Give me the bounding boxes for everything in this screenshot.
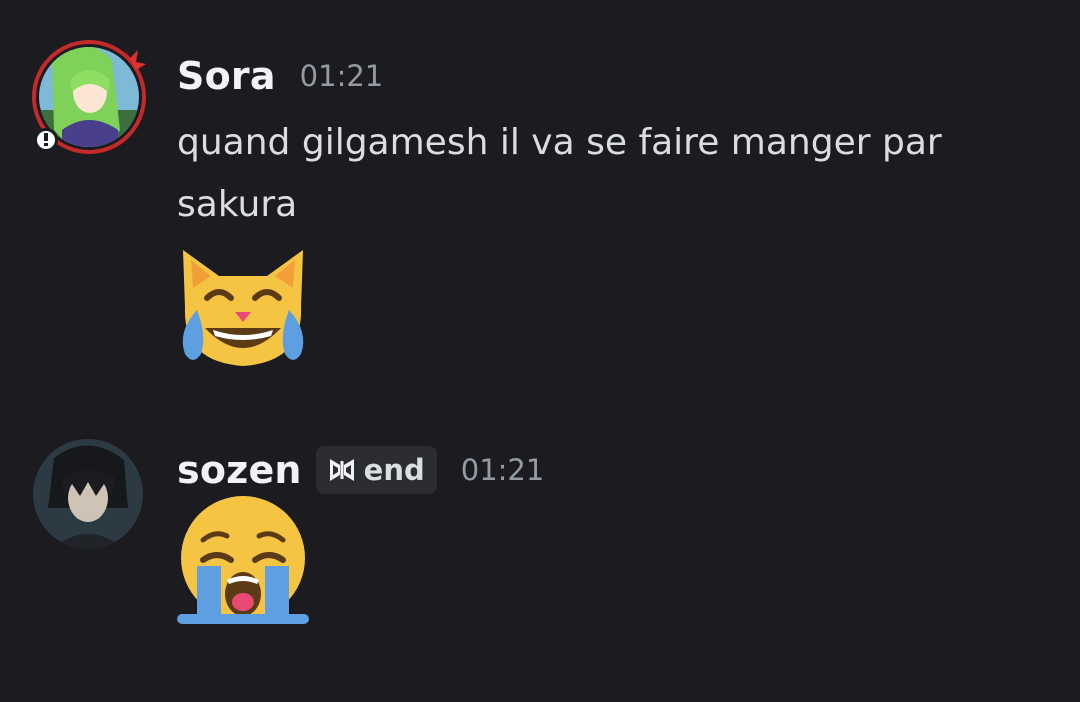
crying-laughing-cat-icon[interactable] bbox=[175, 236, 311, 372]
user-tag[interactable]: end bbox=[315, 446, 437, 494]
message-sozen: sozen end 01:21 bbox=[0, 438, 1080, 638]
username[interactable]: sozen bbox=[177, 448, 302, 492]
timestamp[interactable]: 01:21 bbox=[300, 59, 384, 93]
message-header: sozen end 01:21 bbox=[177, 446, 544, 494]
tag-label: end bbox=[363, 453, 425, 487]
loudly-crying-face-icon[interactable] bbox=[175, 496, 311, 632]
username[interactable]: Sora bbox=[177, 54, 276, 98]
message-text: quand gilgamesh il va se faire manger pa… bbox=[177, 122, 942, 225]
message-header: Sora 01:21 bbox=[177, 52, 383, 100]
timestamp[interactable]: 01:21 bbox=[461, 453, 545, 487]
avatar-sora[interactable] bbox=[32, 40, 146, 154]
message-sora: Sora 01:21 quand gilgamesh il va se fair… bbox=[0, 40, 1080, 380]
avatar-sozen[interactable] bbox=[32, 438, 144, 550]
butterfly-icon bbox=[329, 459, 354, 481]
